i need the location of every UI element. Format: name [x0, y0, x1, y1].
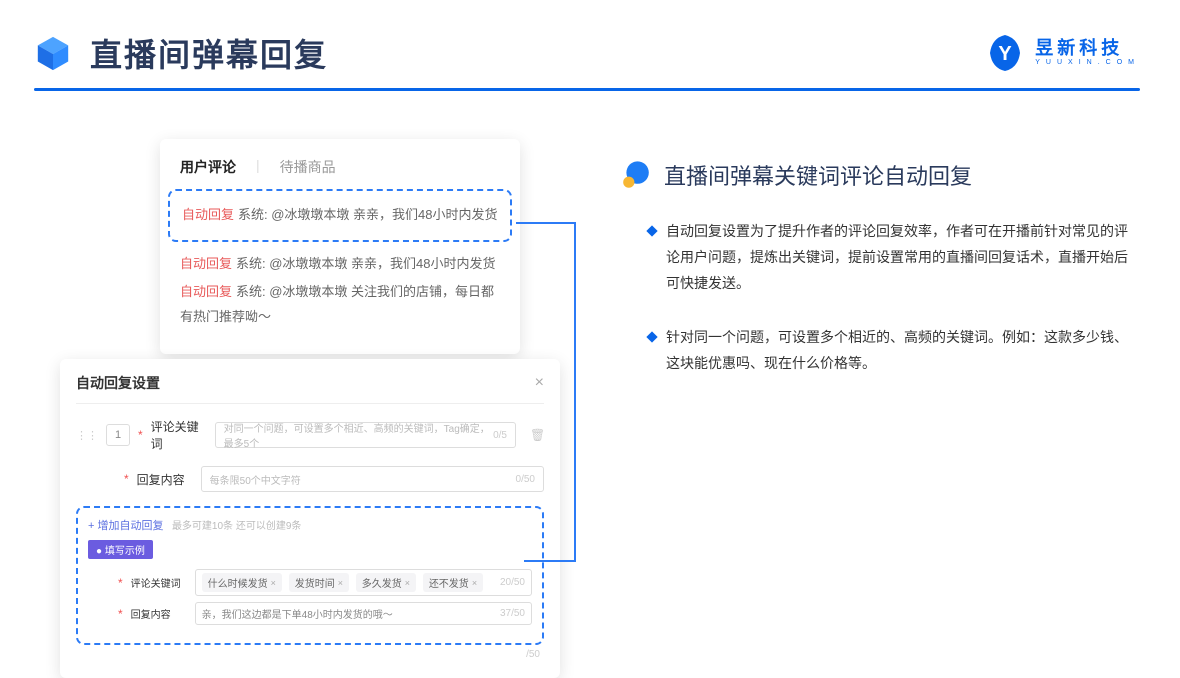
svg-text:Y: Y	[999, 43, 1013, 65]
tab-separator: |	[256, 157, 260, 177]
chat-bubble-icon	[620, 159, 652, 191]
counter: 37/50	[500, 608, 525, 619]
settings-title: 自动回复设置	[76, 373, 160, 393]
outer-counter: /50	[76, 649, 544, 660]
header: 直播间弹幕回复 Y 昱新科技 YUUXIN.COM	[0, 0, 1180, 88]
cube-icon	[34, 34, 72, 72]
bullet-item: 针对同一个问题，可设置多个相近的、高频的关键词。例如：这款多少钱、这块能优惠吗、…	[620, 325, 1140, 377]
bullet-item: 自动回复设置为了提升作者的评论回复效率，作者可在开播前针对常见的评论用户问题，提…	[620, 219, 1140, 297]
connector-line	[516, 222, 576, 224]
comment-row: 自动回复系统: @冰墩墩本墩 关注我们的店铺，每日都有热门推荐呦～	[180, 278, 500, 331]
bullet-text: 针对同一个问题，可设置多个相近的、高频的关键词。例如：这款多少钱、这块能优惠吗、…	[666, 325, 1140, 377]
diamond-icon	[646, 331, 657, 342]
brand-name-en: YUUXIN.COM	[1035, 59, 1140, 67]
reply-row: * 回复内容 每条限50个中文字符 0/50	[76, 466, 544, 492]
tabs: 用户评论 | 待播商品	[180, 157, 500, 177]
connector-line	[524, 560, 576, 562]
example-box: + 增加自动回复 最多可建10条 还可以创建9条 ● 填写示例 * 评论关键词 …	[76, 506, 544, 645]
ex-reply-input[interactable]: 亲，我们这边都是下单48小时内发货的哦～ 37/50	[195, 602, 532, 625]
brand-text: 昱新科技 YUUXIN.COM	[1035, 39, 1140, 66]
chip-remove-icon[interactable]: ×	[405, 578, 410, 588]
brand-name-cn: 昱新科技	[1035, 39, 1140, 59]
connector-line	[574, 222, 576, 562]
placeholder-text: 每条限50个中文字符	[210, 472, 301, 487]
comment-row: 自动回复系统: @冰墩墩本墩 亲亲，我们48小时内发货	[180, 250, 500, 279]
required-marker: *	[118, 607, 123, 621]
title-wrap: 直播间弹幕回复	[34, 30, 328, 76]
row-number: 1	[106, 424, 130, 446]
comment-row: 自动回复系统: @冰墩墩本墩 亲亲，我们48小时内发货	[182, 201, 498, 230]
tab-pending-goods[interactable]: 待播商品	[280, 157, 336, 177]
brand: Y 昱新科技 YUUXIN.COM	[985, 33, 1140, 73]
counter: 0/5	[493, 430, 507, 441]
required-marker: *	[124, 472, 129, 486]
comment-text: 系统: @冰墩墩本墩 亲亲，我们48小时内发货	[236, 256, 496, 271]
keyword-label: 评论关键词	[151, 418, 207, 452]
comment-text: 系统: @冰墩墩本墩 亲亲，我们48小时内发货	[238, 207, 498, 222]
chip-remove-icon[interactable]: ×	[338, 578, 343, 588]
reply-label: 回复内容	[137, 471, 193, 488]
chip-text: 什么时候发货	[208, 575, 268, 590]
keyword-chip[interactable]: 发货时间×	[289, 573, 349, 592]
section-head: 直播间弹幕关键词评论自动回复	[620, 159, 1140, 191]
chips-wrap: 什么时候发货× 发货时间× 多久发货× 还不发货×	[202, 573, 487, 592]
keyword-row: ⋮⋮ 1 * 评论关键词 对同一个问题，可设置多个相近、高频的关键词，Tag确定…	[76, 418, 544, 452]
counter: 20/50	[500, 577, 525, 588]
keyword-input[interactable]: 对同一个问题，可设置多个相近、高频的关键词，Tag确定，最多5个0/5	[215, 422, 516, 448]
chip-remove-icon[interactable]: ×	[271, 578, 276, 588]
page-title: 直播间弹幕回复	[90, 30, 328, 76]
screenshot-area: 用户评论 | 待播商品 自动回复系统: @冰墩墩本墩 亲亲，我们48小时内发货 …	[60, 139, 580, 659]
tab-user-comments[interactable]: 用户评论	[180, 157, 236, 177]
add-auto-reply-link[interactable]: + 增加自动回复	[88, 520, 163, 532]
keyword-chip[interactable]: 什么时候发货×	[202, 573, 282, 592]
keyword-chip[interactable]: 多久发货×	[356, 573, 416, 592]
reply-input[interactable]: 每条限50个中文字符 0/50	[201, 466, 544, 492]
content: 用户评论 | 待播商品 自动回复系统: @冰墩墩本墩 亲亲，我们48小时内发货 …	[0, 91, 1180, 659]
add-hint: 最多可建10条 还可以创建9条	[172, 521, 301, 532]
ex-reply-label: 回复内容	[131, 606, 187, 621]
ex-reply-value: 亲，我们这边都是下单48小时内发货的哦～	[202, 606, 393, 621]
settings-header: 自动回复设置 ×	[76, 373, 544, 404]
brand-logo-icon: Y	[985, 33, 1025, 73]
required-marker: *	[118, 576, 123, 590]
ex-keyword-input[interactable]: 什么时候发货× 发货时间× 多久发货× 还不发货× 20/50	[195, 569, 532, 596]
placeholder-text: 对同一个问题，可设置多个相近、高频的关键词，Tag确定，最多5个	[224, 420, 493, 450]
close-icon[interactable]: ×	[535, 374, 544, 392]
required-marker: *	[138, 428, 143, 442]
chip-text: 多久发货	[362, 575, 402, 590]
counter: 0/50	[516, 474, 535, 485]
example-keyword-row: * 评论关键词 什么时候发货× 发货时间× 多久发货× 还不发货× 20/50	[88, 569, 532, 596]
diamond-icon	[646, 225, 657, 236]
comments-card: 用户评论 | 待播商品 自动回复系统: @冰墩墩本墩 亲亲，我们48小时内发货 …	[160, 139, 520, 354]
chip-text: 还不发货	[429, 575, 469, 590]
add-rule-row: + 增加自动回复 最多可建10条 还可以创建9条	[88, 516, 532, 534]
settings-card: 自动回复设置 × ⋮⋮ 1 * 评论关键词 对同一个问题，可设置多个相近、高频的…	[60, 359, 560, 678]
bullet-text: 自动回复设置为了提升作者的评论回复效率，作者可在开播前针对常见的评论用户问题，提…	[666, 219, 1140, 297]
auto-reply-tag: 自动回复	[180, 284, 232, 299]
keyword-chip[interactable]: 还不发货×	[423, 573, 483, 592]
example-reply-row: * 回复内容 亲，我们这边都是下单48小时内发货的哦～ 37/50	[88, 602, 532, 625]
auto-reply-tag: 自动回复	[180, 256, 232, 271]
auto-reply-tag: 自动回复	[182, 207, 234, 222]
ex-keyword-label: 评论关键词	[131, 575, 187, 590]
chip-remove-icon[interactable]: ×	[472, 578, 477, 588]
section-title: 直播间弹幕关键词评论自动回复	[664, 159, 972, 191]
trash-icon[interactable]: 🗑	[530, 428, 544, 442]
chip-text: 发货时间	[295, 575, 335, 590]
description-panel: 直播间弹幕关键词评论自动回复 自动回复设置为了提升作者的评论回复效率，作者可在开…	[620, 139, 1140, 659]
highlighted-comment: 自动回复系统: @冰墩墩本墩 亲亲，我们48小时内发货	[168, 189, 512, 242]
example-badge: ● 填写示例	[88, 540, 153, 559]
drag-handle-icon[interactable]: ⋮⋮	[76, 429, 98, 442]
